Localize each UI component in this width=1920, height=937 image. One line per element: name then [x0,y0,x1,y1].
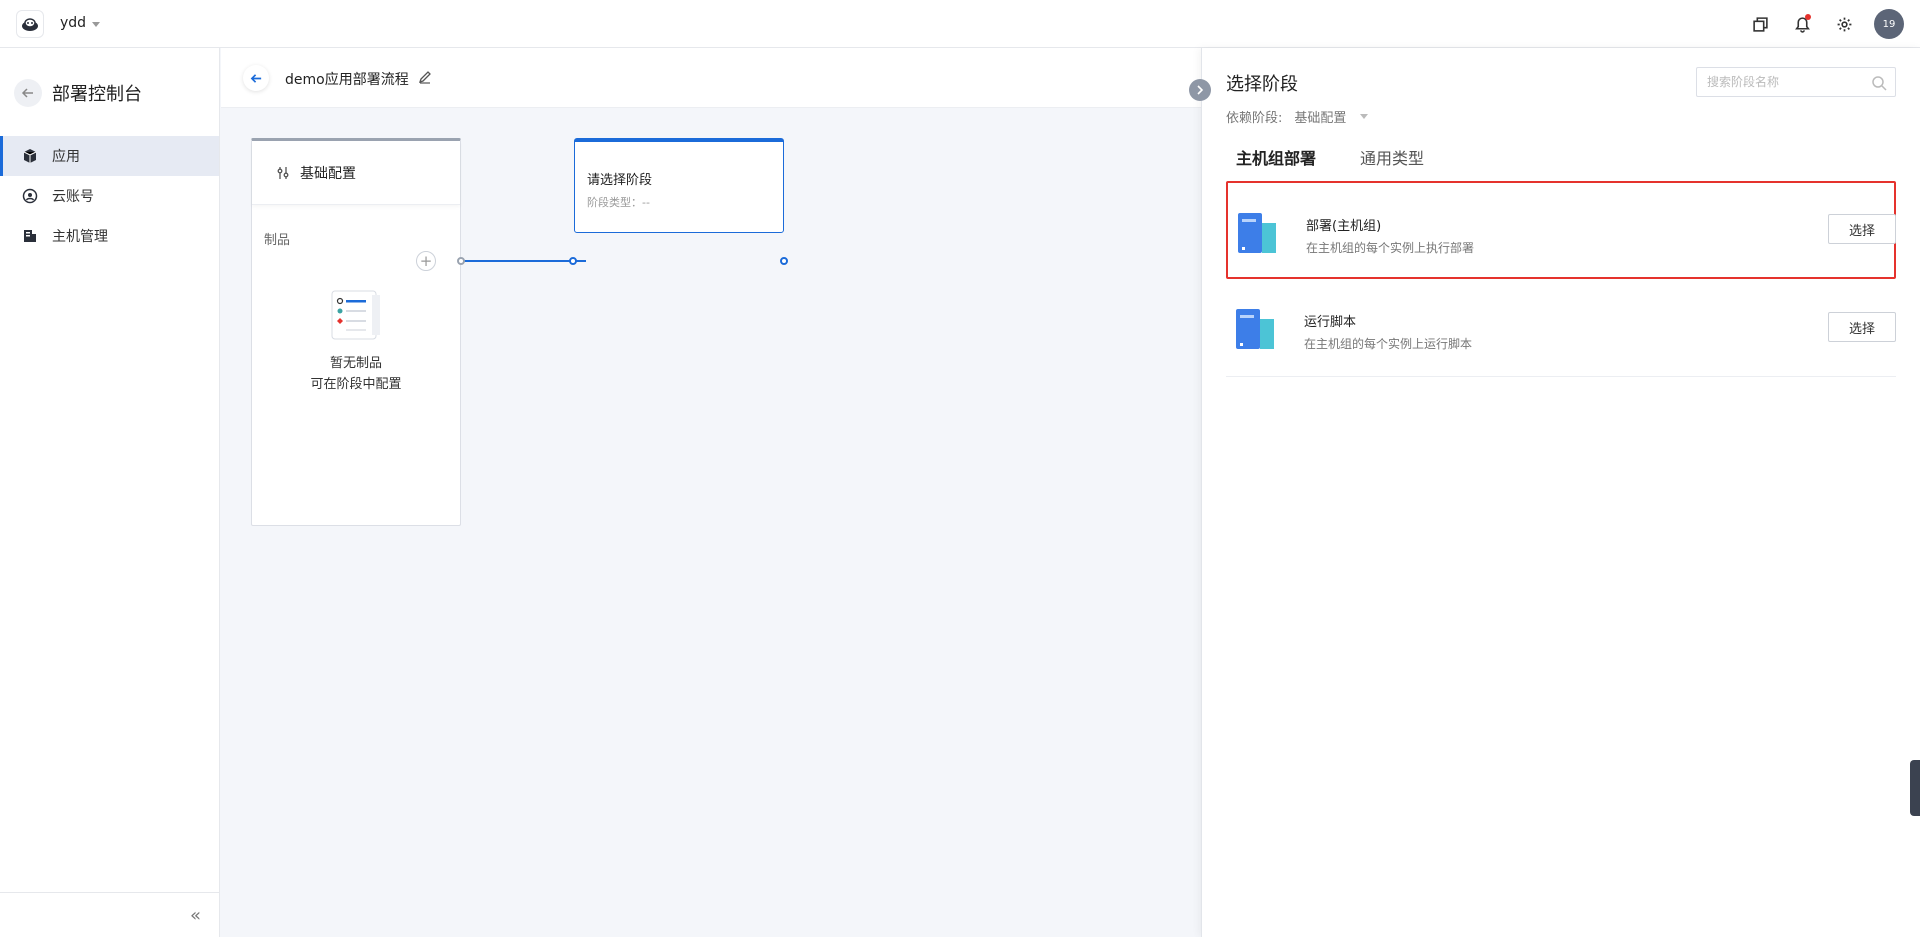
stage-card-basic-config[interactable]: 基础配置 制品 暂无制品 可在阶段中配置 [251,138,461,526]
logo-icon[interactable] [16,10,44,38]
stage-type-label: 阶段类型：-- [587,196,650,209]
stage-card-select-stage[interactable]: 请选择阶段 阶段类型：-- [574,138,784,233]
stage-type-list: 部署(主机组) 在主机组的每个实例上执行部署 选择 运行脚本 在主机组的每个实例… [1226,181,1896,377]
select-button[interactable]: 选择 [1828,312,1896,342]
output-port[interactable] [457,257,465,265]
pipeline-header: demo应用部署流程 [221,48,1201,108]
account-icon [22,188,38,204]
search-icon[interactable] [1871,75,1887,91]
add-stage-button[interactable]: + [416,251,436,271]
empty-hint: 可在阶段中配置 [310,377,402,392]
back-button[interactable] [14,79,42,107]
sidebar-title: 部署控制台 [52,84,142,105]
tab-host-group-deploy[interactable]: 主机组部署 [1236,145,1316,175]
server-stack-icon [1236,309,1274,349]
empty-title: 暂无制品 [329,356,382,371]
empty-artifacts-icon [331,290,380,340]
feedback-handle[interactable] [1910,760,1920,816]
cube-icon [23,149,37,163]
server-icon [24,230,36,242]
chevron-down-icon [1360,114,1369,119]
tab-generic-type[interactable]: 通用类型 [1360,145,1424,175]
artifacts-label: 制品 [264,233,291,248]
select-stage-drawer: 选择阶段 依赖阶段: 基础配置 主机组部署 通用类型 部署(主机组) 在主机组的… [1201,48,1920,937]
stage-title: 基础配置 [300,165,356,182]
stage-type-desc: 在主机组的每个实例上执行部署 [1306,241,1475,255]
arrow-left-icon [21,88,33,98]
select-button[interactable]: 选择 [1828,214,1896,244]
server-stack-icon [1238,213,1276,253]
sidebar-item-host-management[interactable]: 主机管理 [0,216,219,256]
output-port[interactable] [780,257,788,265]
stage-connector [461,260,586,262]
sidebar-item-label: 主机管理 [52,229,108,245]
sliders-icon [277,166,289,179]
dependency-row: 依赖阶段: 基础配置 [1226,107,1369,126]
sidebar-item-label: 应用 [52,149,80,165]
sidebar-item-apps[interactable]: 应用 [0,136,219,176]
dependency-label: 依赖阶段: [1226,111,1283,126]
copy-icon[interactable] [1748,12,1772,36]
stage-title: 请选择阶段 [587,173,653,188]
team-name: ydd [60,15,87,31]
drawer-title: 选择阶段 [1226,74,1298,95]
stage-type-desc: 在主机组的每个实例上运行脚本 [1304,337,1473,351]
pipeline-back-button[interactable] [243,65,269,91]
pipeline-title: demo应用部署流程 [285,72,409,88]
drawer-toggle-button[interactable] [1189,79,1211,101]
top-bar: ydd 19 [0,0,1920,48]
list-item-run-script[interactable]: 运行脚本 在主机组的每个实例上运行脚本 选择 [1226,279,1896,377]
chevron-down-icon [92,21,101,27]
stage-search [1696,67,1896,97]
stage-type-name: 部署(主机组) [1306,219,1382,234]
dependency-select[interactable]: 基础配置 [1294,107,1369,126]
collapse-sidebar-button[interactable]: « [190,905,201,926]
arrow-left-icon [250,73,261,83]
gear-icon[interactable] [1832,12,1856,36]
list-item-deploy-host-group[interactable]: 部署(主机组) 在主机组的每个实例上执行部署 选择 [1226,181,1896,279]
edit-icon[interactable] [418,70,432,84]
notification-dot [1805,14,1811,20]
avatar[interactable]: 19 [1874,9,1904,39]
dependency-value: 基础配置 [1294,111,1347,126]
sidebar: 部署控制台 应用 云账号 主机管理 « [0,48,220,937]
chevron-right-icon [1197,85,1204,95]
stage-search-input[interactable] [1707,75,1867,89]
pipeline-canvas: 基础配置 制品 暂无制品 可在阶段中配置 + 请选择阶段 阶段类型：-- [221,108,1201,937]
stage-category-tabs: 主机组部署 通用类型 [1236,145,1424,175]
stage-type-name: 运行脚本 [1304,315,1357,330]
team-switcher[interactable]: ydd [60,15,101,31]
sidebar-item-cloud-account[interactable]: 云账号 [0,176,219,216]
bell-icon[interactable] [1790,12,1814,36]
sidebar-item-label: 云账号 [52,189,94,205]
input-port[interactable] [569,257,577,265]
